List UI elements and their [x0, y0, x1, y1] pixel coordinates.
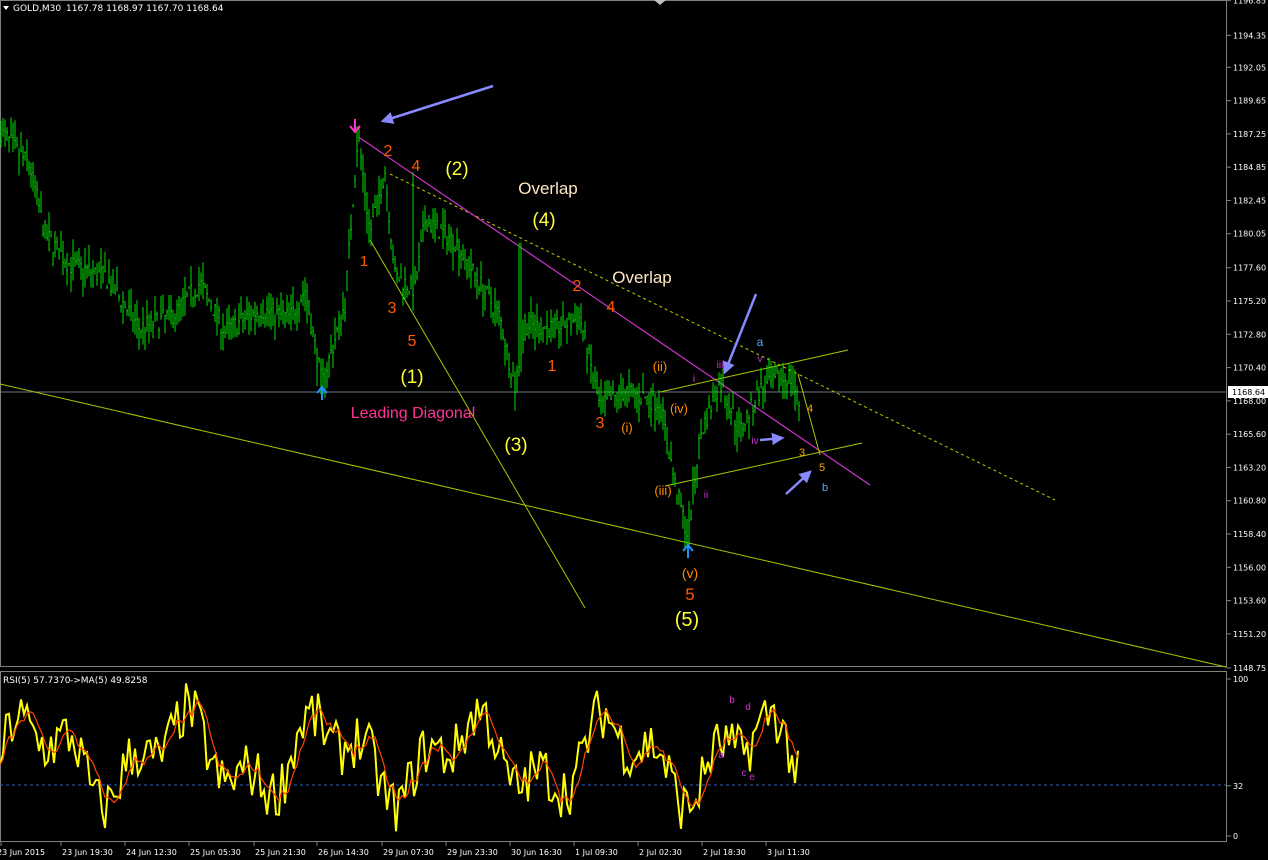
wave-label-paren-3: (3): [504, 435, 527, 456]
wave-label-4b: 4: [607, 299, 616, 316]
wave-label-1: 1: [360, 253, 368, 270]
time-tick-label: 24 Jun 12:30: [126, 848, 177, 857]
time-tick-label: 30 Jun 16:30: [511, 848, 562, 857]
price-tick-label: 1189.65: [1233, 97, 1266, 106]
overlap-label-1: Overlap: [518, 179, 578, 198]
rsi-axis: 100 32 0: [1226, 675, 1248, 841]
price-tick-label: 1168.00: [1233, 397, 1266, 406]
price-tick-label: 1196.85: [1233, 0, 1266, 6]
price-tick-label: 1182.45: [1233, 196, 1266, 205]
rsi-tick-label: 32: [1233, 782, 1243, 791]
price-tick-label: 1175.20: [1233, 297, 1266, 306]
arrow-top: [380, 84, 494, 124]
time-tick-label: 23 Jun 2015: [0, 848, 45, 857]
wave-label-paren-5: (5): [675, 609, 699, 631]
time-tick-label: 26 Jun 14:30: [318, 848, 369, 857]
price-tick-label: 1148.75: [1233, 664, 1266, 673]
time-tick-label: 29 Jun 07:30: [383, 848, 434, 857]
wave-label-iii-small: iii: [717, 360, 724, 371]
price-tick-label: 1180.05: [1233, 230, 1266, 239]
price-axis: 1196.85 1194.35 1192.05 1189.65 1187.25 1184.…: [1226, 0, 1266, 673]
overlap-label-2: Overlap: [612, 268, 672, 287]
price-tick-label: 1194.35: [1233, 31, 1266, 40]
wave-label-b: b: [822, 482, 828, 494]
leading-diagonal-label: Leading Diagonal: [351, 405, 476, 422]
rsi-wave-label: c: [742, 768, 747, 779]
price-tick-label: 1170.40: [1233, 364, 1266, 373]
wave-label-ii-small: ii: [704, 490, 708, 501]
rsi-wave-label: e: [749, 772, 755, 783]
price-tick-label: 1158.40: [1233, 530, 1266, 539]
current-price-value: 1168.64: [1232, 388, 1265, 397]
wave-labels: 2 4 (2) Overlap (4) 1 Overlap 3 2 4 5 (1) 1 Leading D…: [351, 143, 828, 631]
wave-label-i-small: i: [693, 374, 695, 385]
wave-label-iii-paren: (iii): [654, 483, 671, 498]
ohlc-label: 1167.78 1168.97 1167.70 1168.64: [66, 4, 224, 14]
time-tick-label: 2 Jul 02:30: [639, 848, 682, 857]
small-channel-upper: [659, 349, 849, 393]
arrow-bottom: [785, 470, 812, 495]
price-tick-label: 1187.25: [1233, 130, 1266, 139]
chart-canvas: GOLD,M30 1167.78 1168.97 1167.70 1168.64…: [0, 0, 1268, 857]
time-tick-label: 29 Jun 23:30: [447, 848, 498, 857]
price-tick-label: 1156.00: [1233, 563, 1266, 572]
rsi-wave-label: a: [718, 750, 724, 761]
price-tick-label: 1160.80: [1233, 497, 1266, 506]
rsi-line: [0, 683, 799, 832]
scroll-marker-icon[interactable]: [654, 0, 666, 5]
price-tick-label: 1163.20: [1233, 463, 1266, 472]
wave-label-ii-paren: (ii): [653, 359, 667, 374]
price-tick-label: 1165.60: [1233, 430, 1266, 439]
price-tick-label: 1177.60: [1233, 264, 1266, 273]
wave-label-paren-2: (2): [445, 159, 468, 180]
dashed-trendline: [389, 173, 1056, 501]
time-tick-label: 1 Jul 09:30: [575, 848, 618, 857]
wave-label-4: 4: [412, 158, 421, 175]
rsi-wave-label: b: [729, 695, 735, 706]
wave-label-v-paren: (v): [682, 565, 698, 581]
symbol-label: GOLD,M30: [13, 4, 61, 14]
wave-label-iv-small: iv: [751, 436, 758, 447]
rsi-ma-label: ->MA(5) 49.8258: [70, 676, 148, 686]
wave-label-a: a: [757, 335, 764, 349]
wave-label-iv-paren: (iv): [670, 401, 688, 416]
price-tick-label: 1153.60: [1233, 597, 1266, 606]
time-tick-label: 2 Jul 18:30: [703, 848, 746, 857]
wave-label-paren-1: (1): [400, 367, 423, 388]
wave-label-3-small: 3: [799, 447, 805, 459]
price-tick-label: 1151.20: [1233, 630, 1266, 639]
wave-label-3: 3: [388, 300, 397, 317]
wave-label-2b: 2: [573, 278, 582, 295]
arrow-iii: [722, 293, 758, 375]
time-tick-label: 3 Jul 11:30: [767, 848, 810, 857]
wave-label-i-paren: (i): [621, 420, 633, 435]
price-bars: [0, 117, 800, 551]
wave-label-paren-4: (4): [532, 210, 555, 231]
wave-label-2: 2: [384, 143, 393, 160]
symbol-menu-icon[interactable]: [3, 6, 9, 10]
price-panel-frame: [0, 0, 1227, 667]
time-axis: 23 Jun 2015 23 Jun 19:30 24 Jun 12:30 25 Ju…: [0, 842, 810, 857]
arrow-iv: [759, 432, 785, 446]
rsi-tick-label: 100: [1233, 675, 1248, 684]
rsi-tick-label: 0: [1233, 832, 1238, 841]
wave-label-3b: 3: [596, 415, 605, 432]
time-tick-label: 23 Jun 19:30: [62, 848, 113, 857]
wave-label-5-small: 5: [819, 462, 825, 474]
price-tick-label: 1172.80: [1233, 330, 1266, 339]
lower-channel-line: [0, 383, 1227, 668]
wave-label-5: 5: [408, 333, 417, 350]
price-tick-label: 1192.05: [1233, 63, 1266, 72]
price-tick-label: 1184.85: [1233, 163, 1266, 172]
wave-label-1b: 1: [548, 358, 557, 375]
time-tick-label: 25 Jun 21:30: [255, 848, 306, 857]
wave-label-v-small: v: [758, 354, 763, 365]
rsi-label: RSI(5) 57.7370: [3, 676, 71, 686]
wave-label-5b: 5: [685, 585, 694, 604]
wave-label-4-small: 4: [807, 403, 813, 415]
time-tick-label: 25 Jun 05:30: [190, 848, 241, 857]
rsi-wave-label: d: [745, 702, 751, 713]
